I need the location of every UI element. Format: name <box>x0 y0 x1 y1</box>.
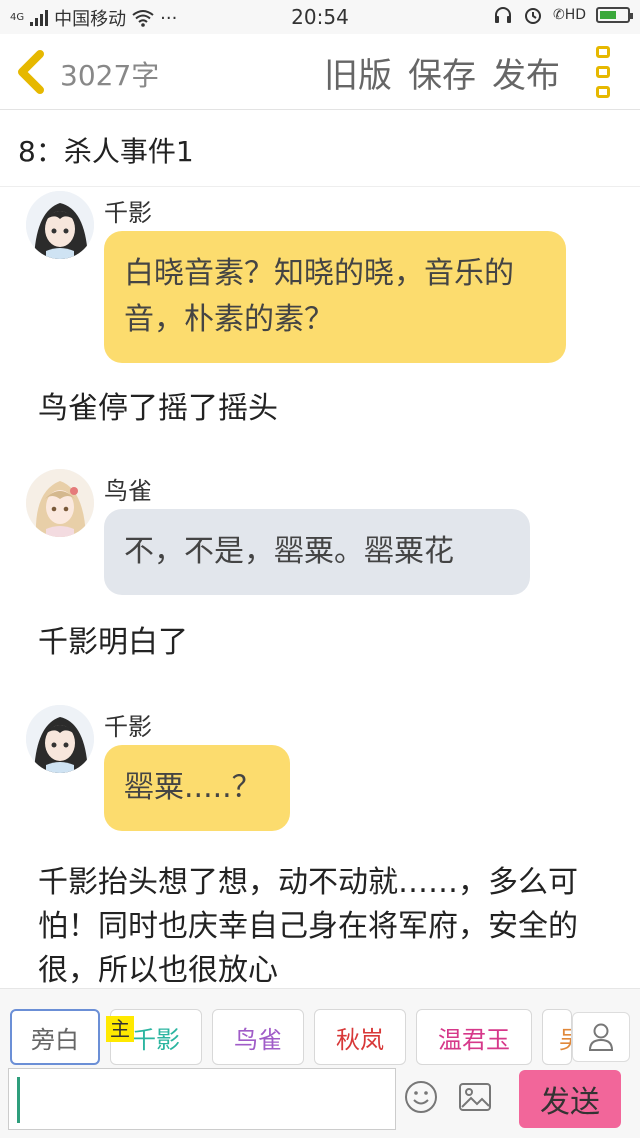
role-label: 千影 <box>132 1025 180 1054</box>
role-button-qiulan[interactable]: 秋岚 <box>314 1009 406 1065</box>
manage-roles-button[interactable] <box>572 1012 630 1062</box>
speech-bubble[interactable]: 不，不是，罂粟。罂粟花 <box>104 509 530 595</box>
old-version-button[interactable]: 旧版 <box>324 48 392 97</box>
input-bar: 发送 <box>0 1066 640 1138</box>
headphones-icon <box>494 7 511 23</box>
menu-dot-icon <box>596 86 610 98</box>
avatar[interactable] <box>26 705 94 773</box>
role-label: 鸟雀 <box>234 1025 282 1054</box>
role-button-wenjunyu[interactable]: 温君玉 <box>416 1009 532 1065</box>
role-label: 秋岚 <box>336 1025 384 1054</box>
word-count: 3027字 <box>60 59 160 92</box>
role-label: 温君玉 <box>438 1025 510 1054</box>
narration-text[interactable]: 千影抬头想了想，动不动就……，多么可怕！同时也庆幸自己身在将军府，安全的很，所以… <box>38 861 598 987</box>
chevron-left-icon <box>18 50 44 94</box>
story-content[interactable]: 千影 白晓音素？知晓的晓，音乐的音，朴素的素？ 鸟雀停了摇了摇头 鸟雀 不，不是… <box>0 187 640 987</box>
text-caret <box>17 1077 20 1123</box>
speech-bubble[interactable]: 白晓音素？知晓的晓，音乐的音，朴素的素？ <box>104 231 566 363</box>
avatar[interactable] <box>26 469 94 537</box>
menu-dot-icon <box>596 66 610 78</box>
status-bar: 4G 中国移动 ··· 20:54 ✆HD <box>0 0 640 34</box>
role-button-narrator[interactable]: 旁白 <box>10 1009 100 1065</box>
person-icon <box>588 1023 614 1051</box>
call-hd-icon: ✆HD <box>552 7 586 23</box>
image-icon <box>459 1083 491 1111</box>
smiley-icon <box>405 1081 437 1113</box>
role-button-wu[interactable]: 吴 <box>542 1009 572 1065</box>
insert-image-button[interactable] <box>458 1082 492 1112</box>
narration-text[interactable]: 千影明白了 <box>38 621 598 665</box>
editor-toolbar: 3027字 旧版 保存 发布 <box>0 34 640 110</box>
role-label: 吴 <box>559 1020 571 1055</box>
save-button[interactable]: 保存 <box>408 48 476 97</box>
main-role-tag: 主 <box>106 1016 134 1042</box>
back-button[interactable] <box>14 50 54 94</box>
menu-dot-icon <box>596 46 610 58</box>
role-selector-bar: 旁白 千影 鸟雀 秋岚 温君玉 吴 <box>0 988 640 1066</box>
speaker-name: 千影 <box>104 713 152 741</box>
more-menu-button[interactable] <box>596 46 616 98</box>
avatar[interactable] <box>26 191 94 259</box>
hd-label: HD <box>564 7 586 23</box>
battery-icon <box>596 7 633 23</box>
role-label: 旁白 <box>31 1025 79 1054</box>
battery-fill <box>600 11 616 19</box>
chapter-title[interactable]: 8：杀人事件1 <box>18 130 194 170</box>
narration-text[interactable]: 鸟雀停了摇了摇头 <box>38 387 598 431</box>
message-input[interactable] <box>8 1068 396 1130</box>
publish-button[interactable]: 发布 <box>492 48 560 97</box>
role-button-niaoque[interactable]: 鸟雀 <box>212 1009 304 1065</box>
speaker-name: 鸟雀 <box>104 477 152 505</box>
speech-bubble[interactable]: 罂粟.....？ <box>104 745 290 831</box>
send-button[interactable]: 发送 <box>519 1070 621 1128</box>
emoji-button[interactable] <box>404 1080 438 1114</box>
alarm-icon <box>524 8 541 24</box>
speaker-name: 千影 <box>104 199 152 227</box>
